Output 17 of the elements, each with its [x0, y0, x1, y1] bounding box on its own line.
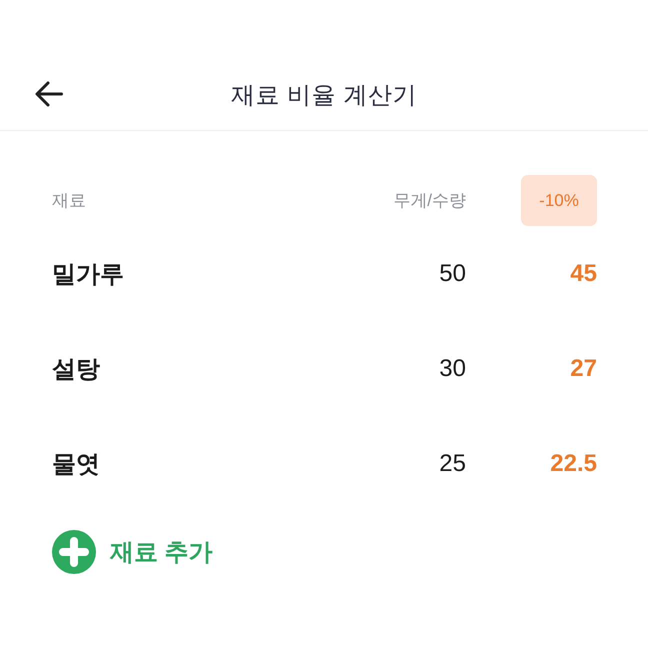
ingredient-name: 물엿	[52, 450, 101, 480]
column-header: 무게/수량	[393, 190, 466, 212]
amount-value: 25	[439, 448, 466, 478]
column-header: 재료	[52, 190, 87, 212]
amount-value: 50	[439, 258, 466, 288]
screen-title: 재료 비율 계산기	[231, 81, 417, 111]
ingredient-name: 밀가루	[52, 260, 125, 290]
adjusted-value: 27	[570, 354, 597, 384]
amount-value: 30	[439, 354, 466, 384]
back-button[interactable]	[34, 80, 64, 108]
adjusted-value: 22.5	[550, 448, 597, 478]
add-ingredient-button[interactable]: 재료 추가	[52, 530, 213, 574]
plus-circle-icon	[52, 530, 96, 574]
percent-adjust-button[interactable]: -10%	[521, 175, 597, 226]
adjusted-value: 45	[570, 258, 597, 288]
ingredient-name: 설탕	[52, 354, 101, 384]
back-arrow-icon	[35, 81, 63, 107]
